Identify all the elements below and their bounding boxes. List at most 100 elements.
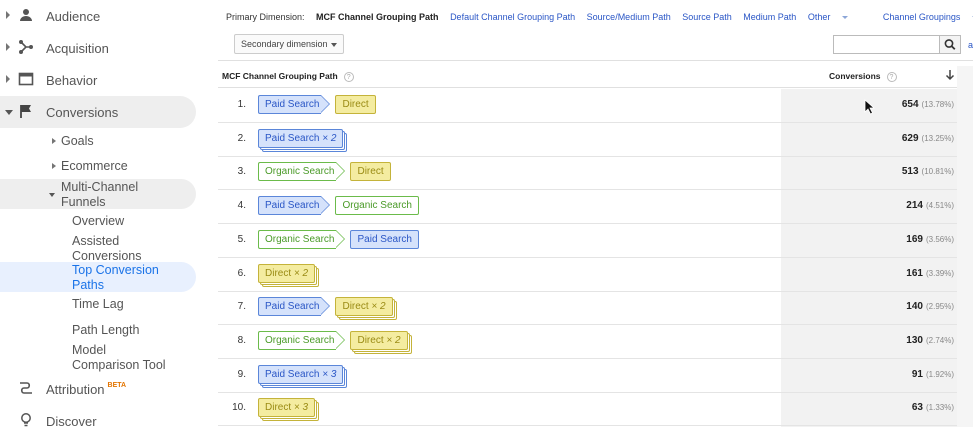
conversions-value: 91 (1.92%) — [911, 368, 954, 380]
conversions-value: 214 (4.51%) — [906, 200, 954, 212]
table-row[interactable]: 9. Paid Search × 3 91 (1.92%) — [218, 359, 958, 393]
nav-path-length[interactable]: Path Length — [72, 323, 139, 338]
nav-model-comparison-tool[interactable]: Model Comparison Tool — [72, 343, 172, 372]
chevron-down-icon — [5, 110, 13, 115]
dim-other-dropdown[interactable]: Other — [808, 12, 858, 22]
chevron-right-icon — [6, 43, 10, 51]
nav-discover[interactable]: Discover — [0, 405, 210, 427]
row-index: 7. — [237, 301, 246, 313]
channel-chip-org: Organic Search — [258, 330, 347, 350]
conversion-path: Paid Search Organic Search — [258, 196, 424, 216]
dim-medium-path[interactable]: Medium Path — [743, 12, 796, 22]
help-icon: ? — [886, 71, 897, 82]
behavior-icon — [18, 72, 34, 86]
table-search-input[interactable] — [833, 35, 941, 54]
conversion-path: Paid Search Direct × 2 — [258, 297, 398, 317]
conversion-path: Paid Search × 3 — [258, 364, 348, 385]
nav-behavior[interactable]: Behavior — [0, 64, 210, 96]
row-index: 9. — [237, 368, 246, 380]
channel-chip-paid: Paid Search — [258, 95, 332, 114]
conversions-value: 63 (1.33%) — [911, 402, 954, 414]
nav-attribution[interactable]: Attribution BETA — [0, 373, 210, 405]
nav-audience-label: Audience — [46, 8, 101, 24]
channel-chip-dir: Direct — [350, 162, 391, 182]
table-row[interactable]: 8. Organic Search Direct × 2 130 (2.74%) — [218, 325, 958, 359]
nav-audience[interactable]: Audience — [0, 0, 210, 32]
nav-time-lag[interactable]: Time Lag — [72, 297, 124, 312]
person-icon — [20, 9, 32, 21]
nav-attribution-label: Attribution BETA — [46, 381, 127, 397]
sidebar: Audience Acquisition Behavior Conversion… — [0, 0, 210, 427]
row-index: 4. — [237, 200, 246, 212]
table-row[interactable]: 4. Paid Search Organic Search 214 (4.51%) — [218, 190, 958, 225]
dim-source-path[interactable]: Source Path — [682, 12, 732, 22]
chevron-down-icon — [49, 193, 55, 197]
table-row[interactable]: 10. Direct × 3 63 (1.33%) — [218, 392, 958, 427]
channel-chip-dir: Direct × 2 — [350, 330, 408, 350]
channel-groupings-dropdown[interactable]: Channel Groupings — [883, 12, 973, 22]
secondary-dimension-dropdown[interactable]: Secondary dimension — [234, 34, 344, 54]
chevron-down-icon — [842, 16, 849, 20]
conversions-value: 513 (10.81%) — [901, 166, 954, 178]
table-row[interactable]: 2. Paid Search × 2 629 (13.25%) — [218, 123, 958, 157]
nav-conversions[interactable]: Conversions — [0, 96, 210, 128]
conversions-value: 169 (3.56%) — [906, 233, 954, 245]
nav-goals[interactable]: Goals — [52, 134, 94, 148]
advanced-link[interactable]: a — [968, 40, 973, 50]
dim-source-medium-path[interactable]: Source/Medium Path — [587, 12, 671, 22]
scrollbar[interactable] — [957, 66, 973, 427]
conversion-path: Direct × 3 — [258, 398, 320, 418]
nav-assisted-conversions[interactable]: Assisted Conversions — [72, 234, 172, 263]
attribution-icon — [20, 382, 32, 394]
nav-overview[interactable]: Overview — [72, 214, 124, 229]
conversions-percent: (13.25%) — [921, 133, 954, 143]
conversion-path: Paid Search × 2 — [258, 128, 348, 149]
conversions-value: 130 (2.74%) — [906, 334, 954, 346]
nav-acquisition[interactable]: Acquisition — [0, 32, 210, 64]
row-index: 8. — [237, 334, 246, 346]
conversions-value: 629 (13.25%) — [901, 132, 954, 144]
sort-descending-icon[interactable] — [945, 69, 955, 81]
repeat-count: × 2 — [293, 267, 309, 279]
conversion-path: Paid Search Direct — [258, 95, 381, 115]
table-header: MCF Channel Grouping Path? Conversions? — [218, 60, 973, 88]
conversion-path: Organic Search Direct × 2 — [258, 330, 413, 351]
channel-chip-paid: Paid Search — [258, 297, 332, 317]
table-row[interactable]: 5. Organic Search Paid Search 169 (3.56%) — [218, 224, 958, 258]
column-header-path[interactable]: MCF Channel Grouping Path? — [222, 71, 354, 82]
help-icon: ? — [343, 71, 354, 82]
table-row[interactable]: 1. Paid Search Direct 654 (13.78%) — [218, 89, 958, 123]
table-row[interactable]: 7. Paid Search Direct × 2 140 (2.95%) — [218, 291, 958, 326]
dim-default-channel-grouping-path[interactable]: Default Channel Grouping Path — [450, 12, 575, 22]
channel-chip-org: Organic Search — [258, 229, 347, 249]
repeat-count: × 2 — [386, 334, 401, 346]
nav-ecommerce[interactable]: Ecommerce — [52, 159, 128, 173]
repeat-count: × 3 — [322, 368, 337, 380]
secondary-dimension-label: Secondary dimension — [241, 39, 328, 49]
conversion-path: Organic Search Paid Search — [258, 229, 424, 250]
repeat-count: × 3 — [293, 402, 309, 414]
channel-chip-dir: Direct × 2 — [258, 263, 316, 283]
conversions-percent: (2.74%) — [925, 335, 954, 345]
channel-chip-dir: Direct × 2 — [335, 297, 393, 317]
nav-multi-channel-funnels[interactable]: Multi-Channel Funnels — [61, 180, 171, 209]
nav-ecommerce-label: Ecommerce — [61, 159, 128, 173]
channel-chip-dir: Direct — [335, 95, 376, 114]
channel-chip-org: Organic Search — [258, 162, 347, 182]
search-icon — [944, 39, 956, 50]
primary-dimension-label: Primary Dimension: — [226, 12, 305, 22]
nav-top-conversion-paths[interactable]: Top Conversion Paths — [72, 263, 172, 292]
acquisition-icon — [19, 40, 33, 54]
nav-discover-label: Discover — [46, 413, 97, 427]
conversion-path: Organic Search Direct — [258, 162, 396, 182]
column-header-conversions[interactable]: Conversions? — [829, 71, 897, 82]
nav-acquisition-label: Acquisition — [46, 40, 109, 56]
flag-icon — [20, 105, 31, 118]
row-index: 2. — [237, 132, 246, 144]
table-row[interactable]: 6. Direct × 2 161 (3.39%) — [218, 258, 958, 292]
channel-chip-paid: Paid Search — [350, 229, 419, 249]
conversions-percent: (1.92%) — [925, 369, 954, 379]
table-row[interactable]: 3. Organic Search Direct 513 (10.81%) — [218, 156, 958, 191]
search-button[interactable] — [939, 35, 961, 54]
channel-chip-paid: Paid Search × 2 — [258, 128, 344, 148]
